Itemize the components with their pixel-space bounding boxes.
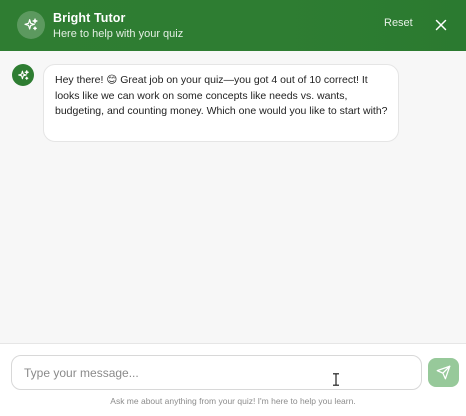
text-cursor-icon	[332, 373, 340, 386]
sparkles-icon	[12, 64, 34, 86]
bot-message-bubble: Hey there! 😊 Great job on your quiz—you …	[43, 64, 399, 142]
message-input[interactable]	[11, 355, 422, 390]
close-icon[interactable]	[432, 16, 450, 34]
chat-header: Bright Tutor Here to help with your quiz…	[0, 0, 466, 51]
composer-footnote: Ask me about anything from your quiz! I'…	[110, 396, 356, 406]
send-icon	[436, 365, 451, 380]
reset-button[interactable]: Reset	[380, 17, 417, 29]
chat-title: Bright Tutor	[53, 11, 126, 25]
sparkles-icon	[17, 11, 45, 39]
send-button[interactable]	[428, 358, 459, 387]
chat-subtitle: Here to help with your quiz	[53, 28, 184, 40]
